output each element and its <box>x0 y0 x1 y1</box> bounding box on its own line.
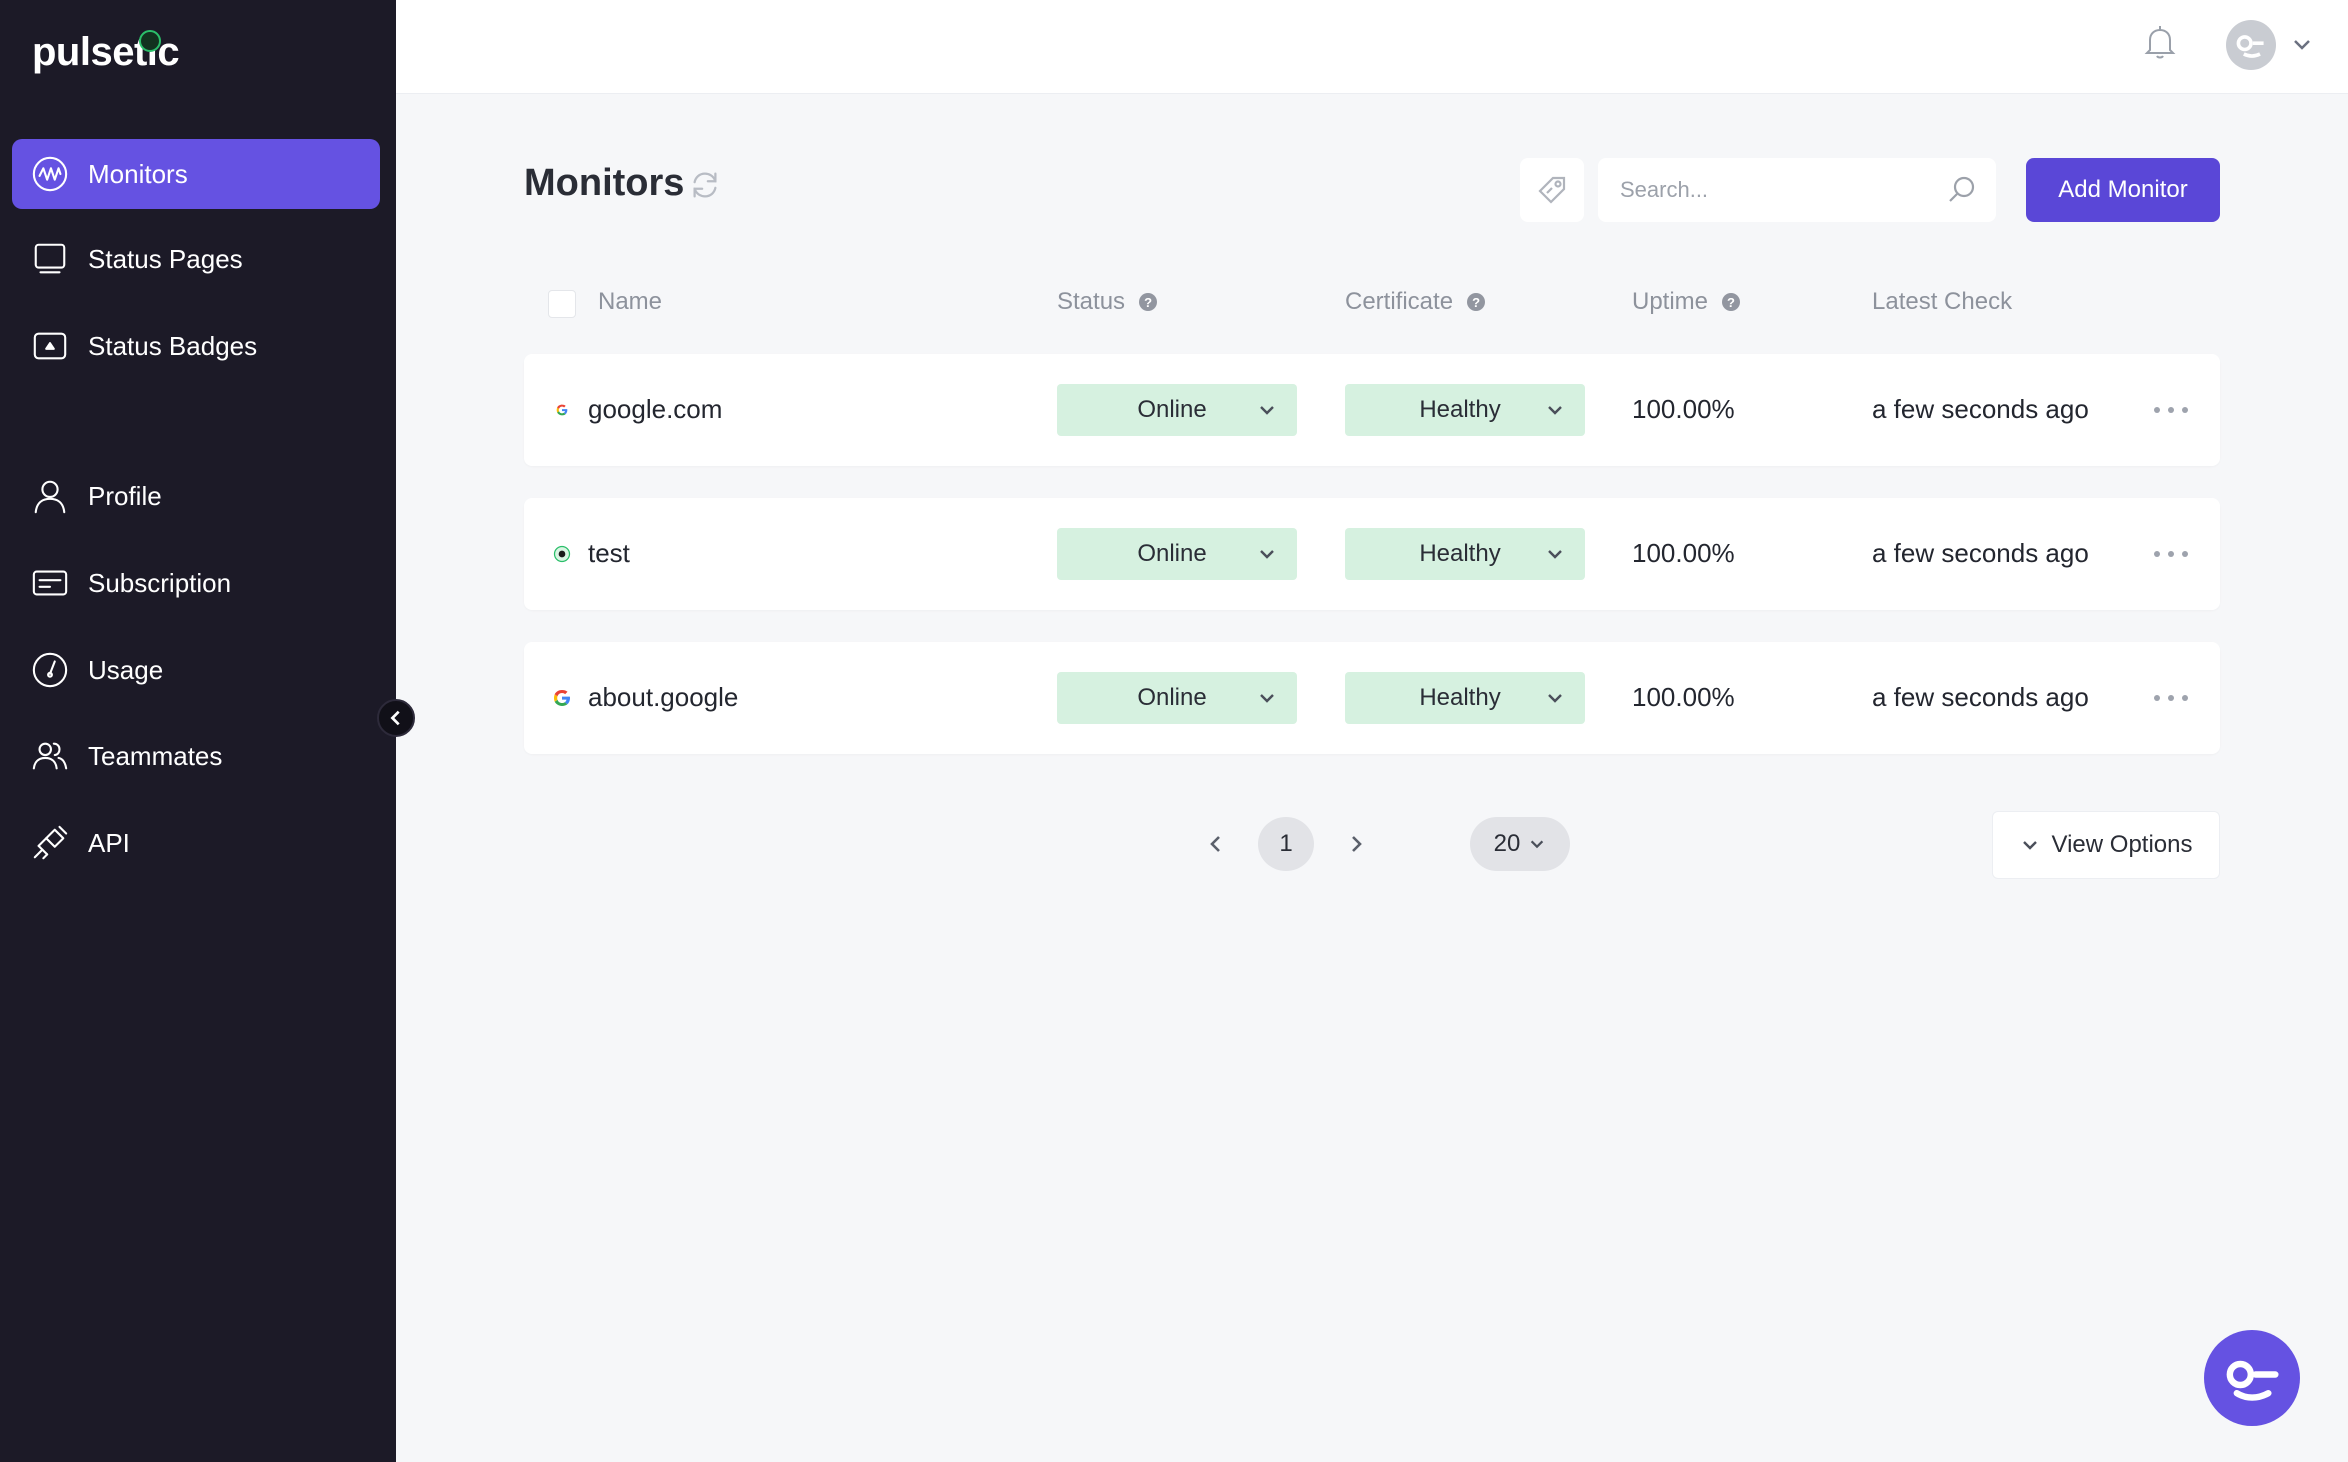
user-icon <box>30 476 70 516</box>
more-actions-icon[interactable] <box>2154 398 2188 422</box>
google-favicon-icon <box>550 686 574 710</box>
select-all-checkbox[interactable] <box>548 290 576 318</box>
sidebar-item-label: Status Badges <box>88 330 258 361</box>
status-help-icon[interactable]: ? <box>1139 293 1158 311</box>
search-input[interactable] <box>1620 177 1940 203</box>
search-icon[interactable] <box>1946 174 1978 206</box>
card-icon <box>30 563 70 603</box>
status-dropdown[interactable]: Online <box>1057 672 1297 724</box>
next-page-chevron-right-icon[interactable] <box>1338 826 1374 862</box>
tag-icon <box>1538 176 1566 204</box>
column-header-name[interactable]: Name <box>598 288 662 316</box>
tags-filter-button[interactable] <box>1520 158 1584 222</box>
status-dropdown[interactable]: Online <box>1057 528 1297 580</box>
avatar-face-icon <box>2236 35 2264 58</box>
sidebar-item-label: Monitors <box>88 158 188 189</box>
column-header-status[interactable]: Status ? <box>1057 288 1158 316</box>
latest-check-value: a few seconds ago <box>1872 538 2089 568</box>
screen-icon <box>30 239 70 279</box>
chevron-down-icon <box>1548 694 1562 703</box>
topbar <box>396 0 2348 94</box>
users-icon <box>30 736 70 776</box>
certificate-dropdown[interactable]: Healthy <box>1345 672 1585 724</box>
table-row[interactable]: google.com Online Healthy 100.00% a few … <box>524 354 2220 466</box>
chevron-down-icon <box>1260 406 1274 415</box>
certificate-dropdown[interactable]: Healthy <box>1345 528 1585 580</box>
page-title: Monitors <box>524 162 685 204</box>
chevron-down-icon <box>1531 840 1544 849</box>
sidebar-item-teammates[interactable]: Teammates <box>12 721 380 791</box>
uptime-help-icon[interactable]: ? <box>1722 293 1741 311</box>
certificate-help-icon[interactable]: ? <box>1467 293 1486 311</box>
more-actions-icon[interactable] <box>2154 686 2188 710</box>
sidebar-item-api[interactable]: API <box>12 808 380 878</box>
latest-check-value: a few seconds ago <box>1872 682 2089 712</box>
sidebar-item-label: Teammates <box>88 740 223 771</box>
uptime-value: 100.00% <box>1632 394 1735 424</box>
view-options-button[interactable]: View Options <box>1992 811 2220 879</box>
page-number-button[interactable]: 1 <box>1258 817 1314 871</box>
plug-icon <box>30 823 70 863</box>
account-menu-chevron-down-icon[interactable] <box>2290 32 2316 58</box>
notifications-bell-icon[interactable] <box>2140 22 2184 66</box>
sidebar-item-label: Subscription <box>88 567 232 598</box>
sidebar-item-label: Profile <box>88 480 162 511</box>
collapse-sidebar-button[interactable] <box>377 699 415 737</box>
sidebar-item-subscription[interactable]: Subscription <box>12 548 380 618</box>
sidebar-item-profile[interactable]: Profile <box>12 461 380 531</box>
column-header-latest-check[interactable]: Latest Check <box>1872 288 2012 316</box>
sidebar-item-label: Status Pages <box>88 243 243 274</box>
previous-page-chevron-left-icon[interactable] <box>1198 826 1234 862</box>
green-dot-icon <box>550 542 574 566</box>
app-root: pulsetic Monitors Status Pages Status Ba… <box>0 0 2348 1462</box>
chat-face-icon <box>2226 1360 2279 1401</box>
search-box <box>1598 158 1996 222</box>
status-dropdown[interactable]: Online <box>1057 384 1297 436</box>
badge-icon <box>30 326 70 366</box>
monitor-name[interactable]: test <box>588 538 630 569</box>
user-avatar[interactable] <box>2226 20 2276 70</box>
add-monitor-button[interactable]: Add Monitor <box>2026 158 2220 222</box>
monitor-pulse-icon <box>30 154 70 194</box>
table-row[interactable]: test Online Healthy 100.00% a few second… <box>524 498 2220 610</box>
sidebar-item-monitors[interactable]: Monitors <box>12 139 380 209</box>
chevron-down-icon <box>1260 550 1274 559</box>
latest-check-value: a few seconds ago <box>1872 394 2089 424</box>
sidebar-item-label: Usage <box>88 654 164 685</box>
sidebar-item-usage[interactable]: Usage <box>12 635 380 705</box>
sidebar-item-status-badges[interactable]: Status Badges <box>12 311 380 381</box>
chat-widget-button[interactable] <box>2204 1330 2300 1426</box>
certificate-dropdown[interactable]: Healthy <box>1345 384 1585 436</box>
chevron-down-icon <box>2022 841 2037 850</box>
gauge-icon <box>30 650 70 690</box>
chevron-down-icon <box>1260 694 1274 703</box>
refresh-icon[interactable] <box>688 168 724 204</box>
monitor-name[interactable]: about.google <box>588 682 738 713</box>
google-favicon-icon <box>550 398 574 422</box>
chevron-left-icon <box>390 710 400 726</box>
column-header-certificate[interactable]: Certificate ? <box>1345 288 1486 316</box>
sidebar-item-label: API <box>88 827 130 858</box>
uptime-value: 100.00% <box>1632 538 1735 568</box>
uptime-value: 100.00% <box>1632 682 1735 712</box>
column-header-uptime[interactable]: Uptime ? <box>1632 288 1741 316</box>
logo-pulse-dot-icon <box>139 30 161 52</box>
table-row[interactable]: about.google Online Healthy 100.00% a fe… <box>524 642 2220 754</box>
sidebar: pulsetic Monitors Status Pages Status Ba… <box>0 0 396 1462</box>
sidebar-item-status-pages[interactable]: Status Pages <box>12 224 380 294</box>
page-size-select[interactable]: 20 <box>1470 817 1570 871</box>
monitor-name[interactable]: google.com <box>588 394 722 425</box>
chevron-down-icon <box>1548 550 1562 559</box>
more-actions-icon[interactable] <box>2154 542 2188 566</box>
chevron-down-icon <box>1548 406 1562 415</box>
